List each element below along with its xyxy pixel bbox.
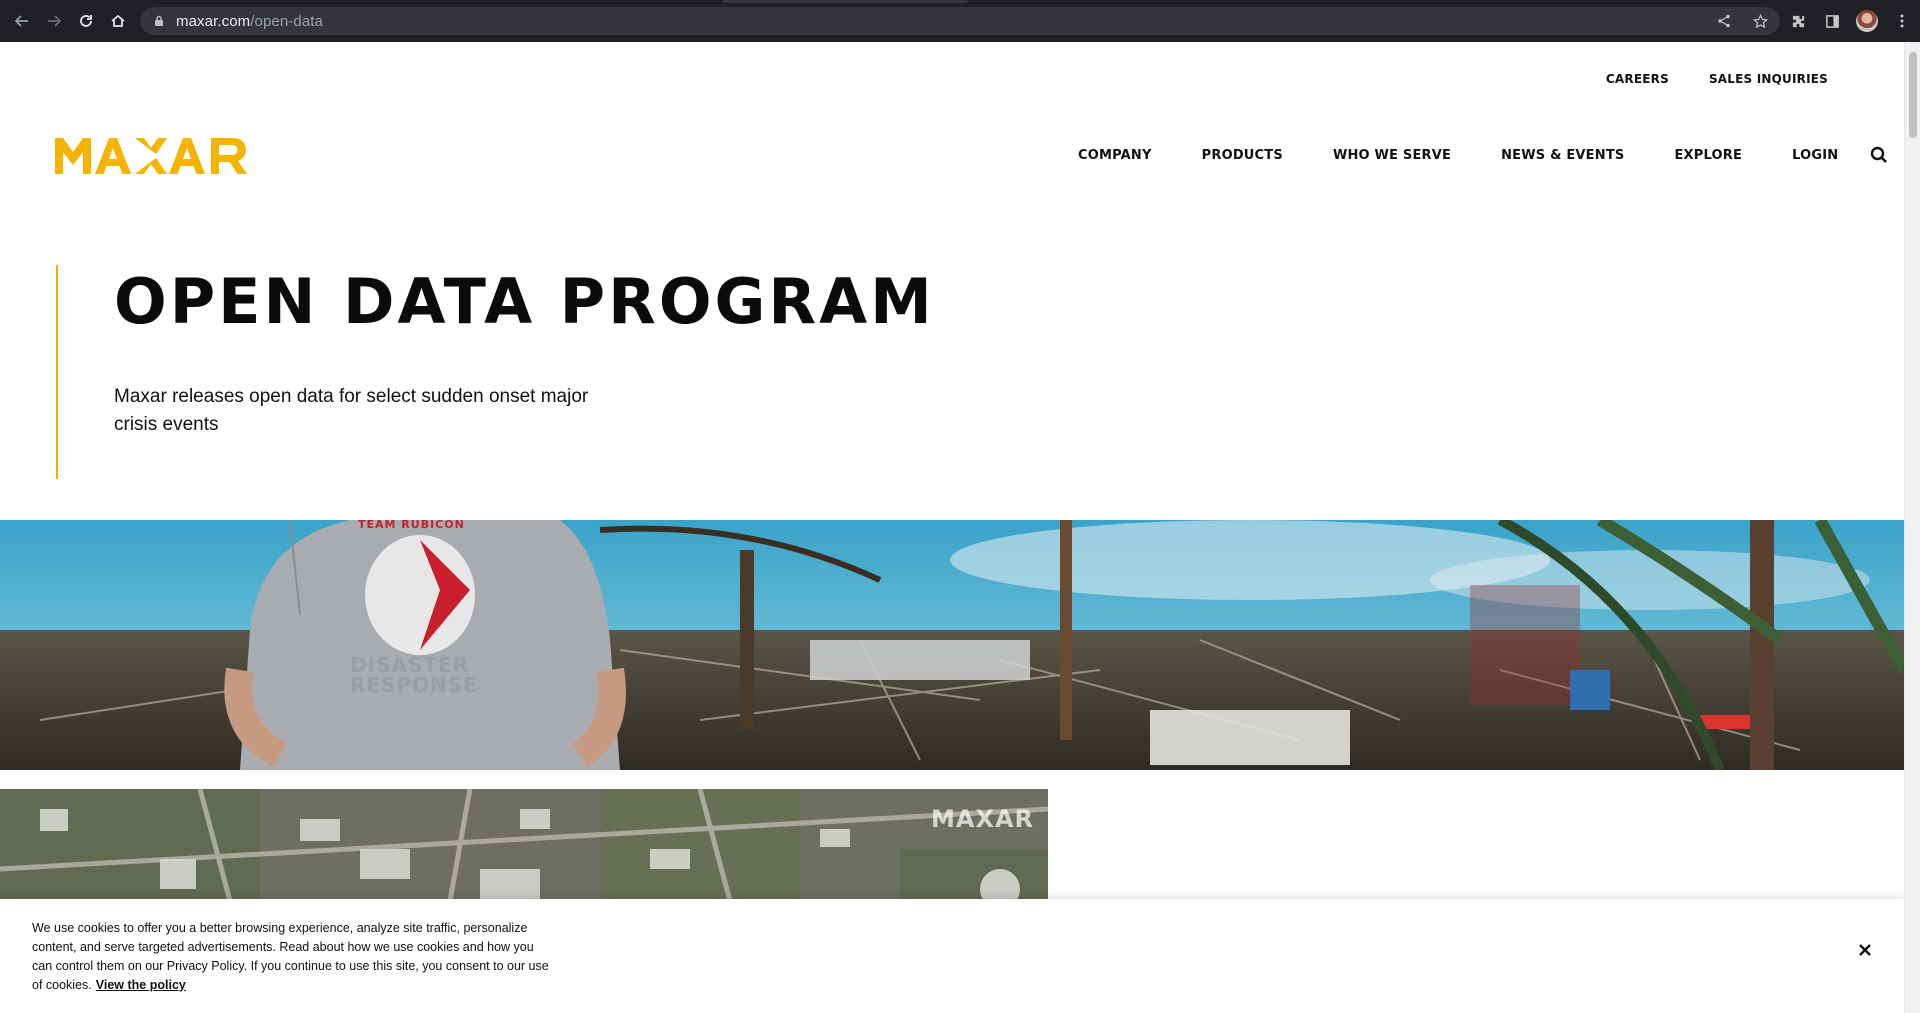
nav-company[interactable]: COMPANY <box>1078 148 1152 163</box>
page-title: OPEN DATA PROGRAM <box>114 265 935 338</box>
maxar-logo-mark <box>55 138 247 174</box>
hero-section: OPEN DATA PROGRAM Maxar releases open da… <box>56 265 956 479</box>
browser-nav-buttons <box>6 5 134 37</box>
main-nav: COMPANY PRODUCTS WHO WE SERVE NEWS & EVE… <box>1078 144 1890 166</box>
sales-inquiries-link[interactable]: SALES INQUIRIES <box>1709 72 1828 86</box>
close-icon[interactable] <box>1854 939 1876 961</box>
cookie-banner: We use cookies to offer you a better bro… <box>0 899 1904 1013</box>
scrollbar-thumb[interactable] <box>1909 52 1917 138</box>
search-icon[interactable] <box>1868 144 1890 166</box>
extensions-icon[interactable] <box>1788 11 1808 31</box>
nav-explore[interactable]: EXPLORE <box>1674 148 1742 163</box>
cookie-text: We use cookies to offer you a better bro… <box>32 919 552 995</box>
shirt-text: DISASTER RESPONSE <box>350 653 478 697</box>
share-icon[interactable] <box>1714 11 1734 31</box>
back-icon[interactable] <box>6 5 38 37</box>
page-content: CAREERS SALES INQUIRIES COMPANY PRODUCTS… <box>0 42 1904 1013</box>
maxar-watermark: MAXAR <box>930 805 1034 833</box>
url-domain: maxar.com <box>176 12 251 30</box>
forward-icon[interactable] <box>38 5 70 37</box>
profile-avatar[interactable] <box>1856 10 1878 32</box>
nav-who-we-serve[interactable]: WHO WE SERVE <box>1333 148 1451 163</box>
page-scrollbar[interactable] <box>1904 42 1920 1013</box>
side-panel-icon[interactable] <box>1822 11 1842 31</box>
nav-news-events[interactable]: NEWS & EVENTS <box>1501 148 1624 163</box>
nav-products[interactable]: PRODUCTS <box>1202 148 1283 163</box>
shirt-top-text: TEAM RUBICON <box>358 520 465 531</box>
reload-icon[interactable] <box>70 5 102 37</box>
careers-link[interactable]: CAREERS <box>1606 72 1669 86</box>
lock-icon <box>152 14 166 28</box>
url-text: maxar.com/open-data <box>176 13 323 30</box>
browser-toolbar: maxar.com/open-data <box>0 0 1920 42</box>
more-menu-icon[interactable] <box>1892 11 1912 31</box>
url-path: /open-data <box>250 12 323 30</box>
page-subtitle: Maxar releases open data for select sudd… <box>114 386 589 435</box>
view-policy-link[interactable]: View the policy <box>96 978 186 992</box>
maxar-logo[interactable] <box>55 136 257 181</box>
home-icon[interactable] <box>102 5 134 37</box>
address-bar[interactable]: maxar.com/open-data <box>140 7 1780 35</box>
disaster-response-banner-image: TEAM RUBICON DISASTER RESPONSE <box>0 520 1904 770</box>
nav-login[interactable]: LOGIN <box>1792 148 1838 163</box>
utility-nav: CAREERS SALES INQUIRIES <box>1606 72 1828 86</box>
active-tab-indicator <box>722 0 968 3</box>
bookmark-star-icon[interactable] <box>1750 11 1770 31</box>
